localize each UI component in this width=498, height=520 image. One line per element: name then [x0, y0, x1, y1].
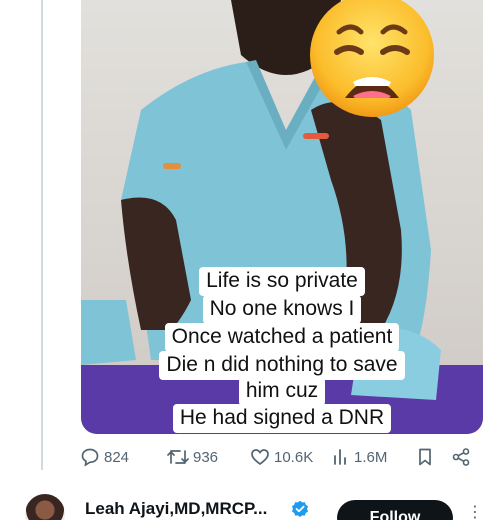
weary-face-emoji-icon — [310, 0, 434, 117]
bookmark-button[interactable] — [416, 443, 434, 471]
caption-line: him cuz — [238, 377, 326, 406]
more-icon[interactable]: ⋮ — [467, 502, 483, 520]
share-icon — [452, 448, 470, 466]
caption-line: He had signed a DNR — [172, 404, 392, 433]
bookmark-icon — [419, 448, 431, 466]
caption-line: Life is so private — [199, 267, 365, 296]
follow-button[interactable]: Follow — [337, 500, 453, 520]
views-icon — [334, 449, 346, 465]
caption-line: Once watched a patient — [164, 323, 400, 352]
views-button[interactable]: 1.6M — [332, 443, 387, 471]
repost-count: 936 — [193, 448, 219, 466]
caption-line: Die n did nothing to save — [159, 351, 405, 380]
tweet-media-video[interactable]: Life is so private No one knows I Once w… — [81, 0, 483, 434]
caption-line: No one knows I — [202, 295, 362, 324]
verified-icon — [292, 500, 308, 517]
tweet-action-bar: 824 936 10.6K 1.6M — [80, 443, 480, 471]
reply-icon — [81, 448, 99, 467]
share-button[interactable] — [451, 443, 471, 471]
like-icon — [251, 449, 269, 466]
author-name[interactable]: Leah Ajayi,MD,MRCP... — [85, 499, 267, 519]
thread-line — [41, 0, 43, 470]
repost-button[interactable]: 936 — [167, 443, 218, 471]
like-count: 10.6K — [274, 448, 314, 466]
reply-count: 824 — [104, 448, 130, 466]
author-row: Leah Ajayi,MD,MRCP... Follow ⋮ — [0, 488, 498, 520]
like-button[interactable]: 10.6K — [250, 443, 313, 471]
repost-icon — [167, 450, 189, 464]
reply-button[interactable]: 824 — [80, 443, 129, 471]
avatar[interactable] — [25, 494, 65, 520]
views-count: 1.6M — [354, 448, 388, 466]
